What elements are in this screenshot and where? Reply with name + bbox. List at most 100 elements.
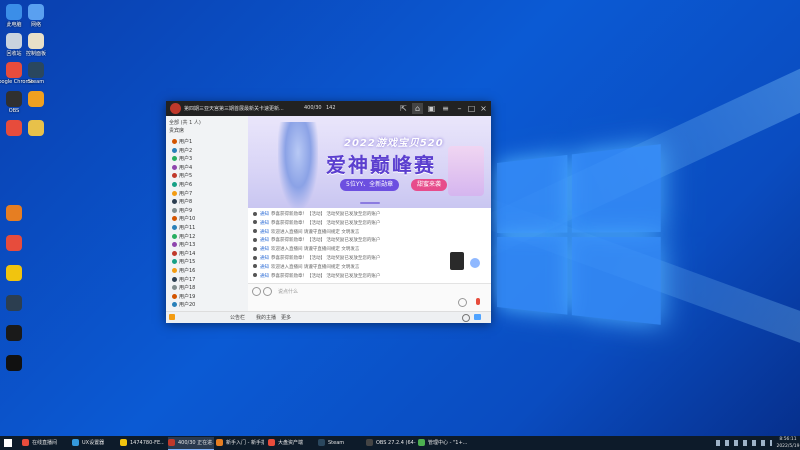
chat-message: 通知 恭喜获得新勋章！【活动】 活动奖励已发放至您的账户 bbox=[253, 220, 483, 228]
user-list-item[interactable]: 用户18 bbox=[172, 284, 248, 292]
user-list-item[interactable]: 用户2 bbox=[172, 147, 248, 155]
maximize-icon[interactable]: □ bbox=[466, 103, 477, 114]
user-list-item[interactable]: 用户7 bbox=[172, 190, 248, 198]
user-list-item[interactable]: 用户4 bbox=[172, 164, 248, 172]
message-user[interactable]: 通知 bbox=[260, 238, 269, 243]
desktop-icon[interactable] bbox=[0, 295, 34, 321]
event-banner[interactable]: 2022游戏宝贝520 爱神巅峰赛 5位YY、全新勋章 甜蜜来袭 bbox=[248, 116, 491, 208]
status-announcement[interactable]: 公告栏 bbox=[230, 314, 245, 321]
desktop-icon[interactable] bbox=[0, 355, 34, 381]
user-list-item[interactable]: 用户16 bbox=[172, 267, 248, 275]
close-icon[interactable]: × bbox=[478, 103, 489, 114]
message-user[interactable]: 通知 bbox=[260, 247, 269, 252]
status-more[interactable]: 更多 bbox=[281, 314, 291, 321]
user-name: 用户8 bbox=[179, 199, 193, 206]
taskbar-item[interactable]: 新手入门 - 新手指南 bbox=[216, 437, 264, 449]
wallpaper-windows-logo bbox=[497, 144, 661, 330]
taskbar-item[interactable]: 管理中心 - "1+... bbox=[418, 437, 470, 449]
user-list-item[interactable]: 用户17 bbox=[172, 276, 248, 284]
taskbar-item-label: 管理中心 - "1+... bbox=[428, 440, 468, 446]
app-icon bbox=[6, 355, 22, 371]
message-user[interactable]: 通知 bbox=[260, 274, 269, 279]
message-user[interactable]: 通知 bbox=[260, 256, 269, 261]
app-logo-icon bbox=[170, 103, 181, 114]
user-list-item[interactable]: 用户11 bbox=[172, 224, 248, 232]
user-avatar-icon bbox=[172, 242, 177, 248]
desktop-icon[interactable] bbox=[16, 120, 56, 146]
chat-input[interactable]: 说点什么 bbox=[278, 288, 298, 295]
taskbar-item[interactable]: Steam bbox=[318, 437, 362, 449]
game-icon[interactable]: ▣ bbox=[426, 103, 437, 114]
mic-icon[interactable] bbox=[476, 298, 480, 305]
system-clock[interactable]: 8:56:11 2022/5/19 bbox=[776, 436, 800, 450]
settings-icon[interactable] bbox=[462, 314, 470, 322]
desktop-icon[interactable] bbox=[0, 325, 34, 351]
minimize-icon[interactable]: – bbox=[454, 103, 465, 114]
chat-message: 通知 恭喜获得新勋章！【活动】 活动奖励已发放至您的账户 bbox=[253, 255, 483, 263]
taskbar-item[interactable]: 400/30 正在进... bbox=[168, 437, 214, 450]
desktop-icon[interactable] bbox=[16, 91, 56, 117]
taskbar-item[interactable]: UX设置器 bbox=[72, 437, 116, 449]
chat-message: 通知 恭喜获得新勋章！【活动】 活动奖励已发放至您的账户 bbox=[253, 273, 483, 281]
user-list-item[interactable]: 用户5 bbox=[172, 172, 248, 180]
emoji-icon[interactable] bbox=[252, 287, 261, 296]
message-user[interactable]: 通知 bbox=[260, 221, 269, 226]
window-statusbar: 公告栏 我的主播 更多 bbox=[166, 311, 491, 323]
share-icon[interactable]: ⇱ bbox=[398, 103, 409, 114]
user-list-item[interactable]: 用户1 bbox=[172, 138, 248, 146]
gift-badge[interactable] bbox=[450, 252, 464, 270]
taskbar-item[interactable]: 1474780-FE... bbox=[120, 437, 164, 449]
desktop-icon[interactable] bbox=[0, 205, 34, 231]
user-list-item[interactable]: 用户14 bbox=[172, 250, 248, 258]
user-list-item[interactable]: 用户12 bbox=[172, 233, 248, 241]
desktop-icon-label: Steam bbox=[27, 79, 45, 85]
home-icon[interactable]: ⌂ bbox=[412, 103, 423, 114]
desktop-icon[interactable]: 网络 bbox=[16, 4, 56, 30]
user-list-item[interactable]: 用户15 bbox=[172, 258, 248, 266]
desktop-icon[interactable] bbox=[0, 235, 34, 261]
app-icon bbox=[6, 325, 22, 341]
message-user[interactable]: 通知 bbox=[260, 230, 269, 235]
user-name: 用户11 bbox=[179, 225, 196, 231]
desktop-icons: 此电脑网络回收站控制面板Google ChromeSteamOBS bbox=[0, 0, 50, 436]
message-avatar-icon bbox=[253, 273, 257, 278]
tray-icons[interactable] bbox=[716, 440, 772, 446]
at-icon[interactable] bbox=[263, 287, 272, 296]
user-avatar-icon bbox=[172, 293, 177, 299]
chat-scroll-button[interactable] bbox=[470, 258, 480, 268]
user-name: 用户4 bbox=[179, 164, 193, 171]
user-list-subheading[interactable]: 贵宾席 bbox=[169, 127, 184, 134]
user-list-item[interactable]: 用户3 bbox=[172, 155, 248, 163]
desktop-icon-label: 网络 bbox=[30, 22, 41, 28]
user-list-item[interactable]: 用户20 bbox=[172, 301, 248, 309]
desktop-icon[interactable]: Steam bbox=[16, 62, 56, 88]
taskbar-app-icon bbox=[418, 439, 425, 446]
user-list-item[interactable]: 用户6 bbox=[172, 181, 248, 189]
banner-figure bbox=[278, 122, 318, 208]
camera-icon[interactable] bbox=[474, 314, 481, 320]
user-list-item[interactable]: 用户8 bbox=[172, 198, 248, 206]
window-titlebar[interactable]: 第四期三亚天宫第三期首展最新关卡速更新... 400/30 142 ⇱ ⌂ ▣ … bbox=[166, 101, 491, 116]
user-list-item[interactable]: 用户19 bbox=[172, 293, 248, 301]
desktop-icon[interactable] bbox=[0, 265, 34, 291]
user-avatar-icon bbox=[172, 182, 177, 187]
taskbar-app-icon bbox=[22, 439, 29, 446]
message-text: 恭喜获得新勋章！【活动】 活动奖励已发放至您的账户 bbox=[271, 256, 381, 261]
status-my-anchor[interactable]: 我的主播 bbox=[256, 314, 276, 321]
taskbar-item[interactable]: 大盘资产端 bbox=[268, 437, 314, 449]
taskbar-item[interactable]: OBS 27.2.4 (64-b... bbox=[366, 437, 416, 449]
user-list-item[interactable]: 用户13 bbox=[172, 241, 248, 249]
start-button[interactable] bbox=[4, 439, 12, 447]
user-name: 用户17 bbox=[179, 276, 196, 283]
user-name: 用户14 bbox=[179, 250, 196, 257]
message-user[interactable]: 通知 bbox=[260, 265, 269, 270]
message-user[interactable]: 通知 bbox=[260, 212, 269, 217]
user-avatar-icon bbox=[172, 276, 177, 282]
voice-icon[interactable] bbox=[458, 298, 467, 307]
desktop-icon[interactable]: 控制面板 bbox=[16, 33, 56, 59]
taskbar-item[interactable]: 在线直播间 bbox=[22, 437, 68, 449]
user-list-item[interactable]: 用户9 bbox=[172, 207, 248, 215]
taskbar-item-label: UX设置器 bbox=[82, 440, 105, 446]
user-list-item[interactable]: 用户10 bbox=[172, 215, 248, 223]
menu-icon[interactable]: ≡ bbox=[440, 103, 451, 114]
